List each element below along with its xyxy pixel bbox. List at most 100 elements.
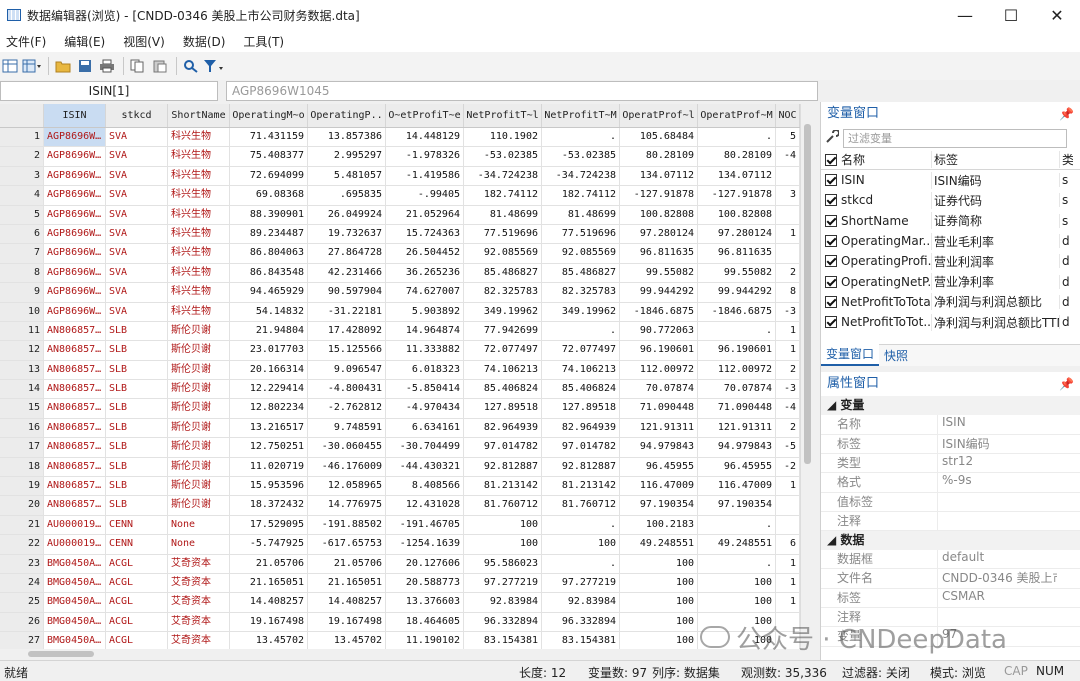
table-cell[interactable]: 92.83984 (464, 593, 542, 612)
variable-list-item[interactable]: NetProfitToTot... 净利润与利润总额比TTM d (821, 312, 1080, 332)
table-cell[interactable]: 17.529095 (230, 515, 308, 535)
table-cell[interactable]: 100 (698, 593, 776, 612)
table-cell[interactable]: 100 (620, 573, 698, 593)
table-cell[interactable]: 85.486827 (542, 263, 620, 283)
table-cell[interactable]: AGP8696W… (44, 186, 106, 205)
menu-data[interactable]: 数据(D) (183, 33, 226, 50)
table-cell[interactable]: 100 (620, 554, 698, 573)
variable-checkbox[interactable] (825, 214, 837, 227)
table-row[interactable]: 26 BMG0450A… ACGL 艾奇资本 19.167498 19.167498 18.… (0, 612, 800, 633)
column-header[interactable]: NOC (776, 104, 800, 127)
table-cell[interactable]: -3 (776, 380, 800, 399)
table-cell[interactable]: 1 (776, 477, 800, 496)
table-cell[interactable]: -31.22181 (308, 302, 386, 321)
table-cell[interactable]: -4.800431 (308, 380, 386, 399)
row-number[interactable]: 4 (0, 186, 44, 205)
table-cell[interactable]: 100 (542, 535, 620, 554)
table-cell[interactable]: -30.060455 (308, 438, 386, 457)
table-cell[interactable]: 100 (698, 573, 776, 593)
table-cell[interactable]: 9.748591 (308, 418, 386, 438)
table-cell[interactable]: 72.077497 (464, 341, 542, 360)
table-cell[interactable]: ACGL (106, 632, 168, 649)
table-cell[interactable]: 12.058965 (308, 477, 386, 496)
table-cell[interactable]: 97.280124 (620, 224, 698, 244)
table-cell[interactable]: 斯伦贝谢 (168, 438, 230, 457)
table-cell[interactable]: 49.248551 (620, 535, 698, 554)
table-cell[interactable]: BMG0450A… (44, 612, 106, 632)
table-cell[interactable]: AGP8696W… (44, 205, 106, 224)
table-cell[interactable]: 斯伦贝谢 (168, 341, 230, 360)
row-number[interactable]: 6 (0, 224, 44, 244)
row-number-header[interactable] (0, 104, 44, 127)
table-cell[interactable]: 艾奇资本 (168, 612, 230, 632)
table-row[interactable]: 2 AGP8696W… SVA 科兴生物 75.408377 2.995297 -1.978… (0, 147, 800, 167)
table-cell[interactable]: 19.167498 (230, 612, 308, 632)
row-number[interactable]: 14 (0, 380, 44, 399)
select-all-checkbox[interactable] (825, 153, 837, 166)
table-cell[interactable]: -4 (776, 147, 800, 166)
table-cell[interactable]: 13.376603 (386, 593, 464, 612)
maximize-button[interactable]: ☐ (988, 0, 1034, 30)
table-cell[interactable]: 1 (776, 554, 800, 573)
table-cell[interactable]: 12.750251 (230, 438, 308, 457)
table-cell[interactable]: 81.760712 (542, 496, 620, 515)
table-cell[interactable]: 71.431159 (230, 128, 308, 147)
table-cell[interactable] (776, 205, 800, 224)
table-cell[interactable]: AN806857… (44, 496, 106, 515)
header-label[interactable]: 标签 (931, 151, 1059, 168)
table-cell[interactable]: 科兴生物 (168, 166, 230, 186)
table-cell[interactable]: 96.190601 (698, 341, 776, 360)
table-cell[interactable]: 88.390901 (230, 205, 308, 224)
table-row[interactable]: 20 AN806857… SLB 斯伦贝谢 18.372432 14.776975 12.4… (0, 496, 800, 516)
table-cell[interactable]: 182.74112 (464, 186, 542, 205)
table-cell[interactable]: -5.747925 (230, 535, 308, 554)
table-cell[interactable]: 科兴生物 (168, 186, 230, 205)
variable-list-item[interactable]: stkcd 证券代码 s (821, 190, 1080, 210)
table-cell[interactable]: 9.096547 (308, 360, 386, 380)
table-cell[interactable]: 100 (620, 593, 698, 612)
table-cell[interactable]: 斯伦贝谢 (168, 380, 230, 399)
table-cell[interactable]: 14.776975 (308, 496, 386, 515)
table-cell[interactable]: 74.106213 (542, 360, 620, 380)
table-cell[interactable]: ACGL (106, 554, 168, 573)
table-cell[interactable]: SLB (106, 438, 168, 457)
table-cell[interactable]: 27.864728 (308, 244, 386, 263)
row-number[interactable]: 7 (0, 244, 44, 263)
row-number[interactable]: 26 (0, 612, 44, 632)
grid-horizontal-scrollbar[interactable] (0, 649, 814, 660)
table-cell[interactable] (776, 496, 800, 515)
table-cell[interactable]: 1 (776, 321, 800, 341)
table-cell[interactable]: 92.812887 (542, 457, 620, 477)
table-row[interactable]: 9 AGP8696W… SVA 科兴生物 94.465929 90.597904 74.62… (0, 283, 800, 303)
table-cell[interactable]: AN806857… (44, 457, 106, 477)
table-cell[interactable]: -.99405 (386, 186, 464, 205)
minimize-button[interactable]: — (942, 0, 988, 30)
table-cell[interactable]: ACGL (106, 573, 168, 593)
table-cell[interactable]: 105.68484 (620, 128, 698, 147)
table-cell[interactable]: 8 (776, 283, 800, 302)
variable-checkbox[interactable] (825, 295, 837, 308)
table-cell[interactable]: 21.05706 (308, 554, 386, 573)
variable-list-item[interactable]: OperatingProfi... 营业利润率 d (821, 251, 1080, 271)
table-cell[interactable]: 70.07874 (620, 380, 698, 399)
table-cell[interactable]: 100 (620, 612, 698, 632)
row-number[interactable]: 1 (0, 128, 44, 147)
table-cell[interactable]: BMG0450A… (44, 632, 106, 649)
row-number[interactable]: 23 (0, 554, 44, 573)
table-cell[interactable]: 1 (776, 593, 800, 612)
table-cell[interactable]: -3 (776, 302, 800, 321)
header-name[interactable]: 名称 (841, 151, 931, 168)
table-cell[interactable]: -53.02385 (464, 147, 542, 166)
table-cell[interactable]: 97.277219 (464, 573, 542, 593)
table-cell[interactable]: -1846.6875 (698, 302, 776, 321)
table-cell[interactable]: 86.843548 (230, 263, 308, 283)
table-cell[interactable]: AN806857… (44, 321, 106, 341)
table-cell[interactable]: 艾奇资本 (168, 632, 230, 649)
column-header[interactable]: OperatProf~M (698, 104, 776, 127)
table-cell[interactable]: 74.627007 (386, 283, 464, 302)
table-cell[interactable]: SLB (106, 418, 168, 438)
table-cell[interactable]: -5.850414 (386, 380, 464, 399)
table-cell[interactable]: 8.408566 (386, 477, 464, 496)
table-cell[interactable]: ACGL (106, 593, 168, 612)
table-cell[interactable]: 科兴生物 (168, 263, 230, 283)
